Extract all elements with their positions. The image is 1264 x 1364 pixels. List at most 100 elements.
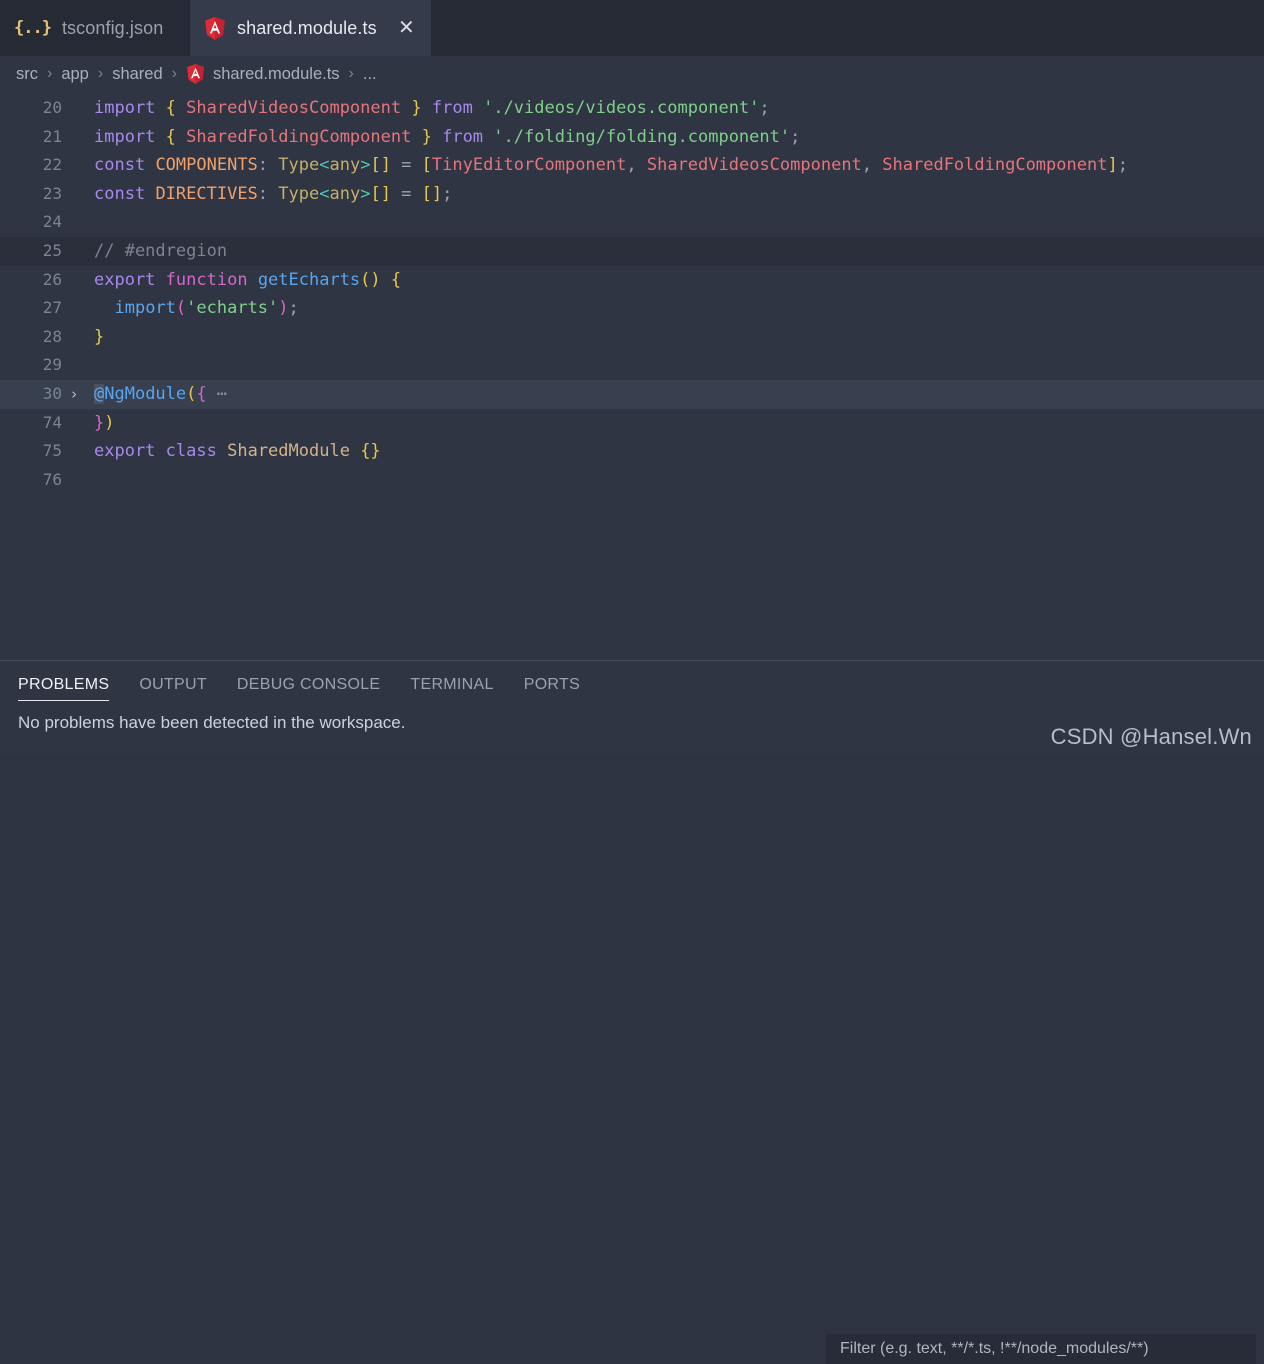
code-token: = [390,183,422,204]
chevron-right-icon: › [171,65,177,82]
code-token: any [329,183,361,204]
vscode-window: {..} tsconfig.json shared.module.ts ✕ sr… [0,0,1264,1364]
angular-icon [204,16,226,40]
editor-tab-bar: {..} tsconfig.json shared.module.ts ✕ [0,0,1264,56]
code-token: [] [370,155,391,176]
code-line[interactable]: 26 export function getEcharts() { [0,266,1264,295]
code-token: () [360,269,381,290]
tab-shared-module-ts[interactable]: shared.module.ts ✕ [190,0,431,56]
code-line[interactable]: 29 [0,351,1264,380]
code-text: import('echarts'); [86,294,299,323]
code-line[interactable]: 22 const COMPONENTS: Type<any>[] = [TinyE… [0,151,1264,180]
close-icon[interactable]: ✕ [398,18,415,38]
json-braces-icon: {..} [14,18,52,38]
breadcrumb-item-file[interactable]: shared.module.ts [184,64,342,84]
code-token: ( [175,298,187,319]
line-number: 21 [42,126,62,146]
code-token: ; [442,183,453,204]
code-token: './folding/folding.component' [493,126,791,147]
code-token: , [626,155,647,176]
line-number: 27 [42,298,62,318]
code-token: export [94,269,156,290]
code-token: Type [278,183,320,204]
code-token: SharedFoldingComponent [186,126,412,147]
watermark: CSDN @Hansel.Wn [1050,724,1252,749]
code-line[interactable]: 74}) [0,409,1264,438]
code-line[interactable]: 24 [0,208,1264,237]
code-line[interactable]: 30 › @NgModule({ ⋯ [0,379,1264,409]
code-token: } [94,326,105,347]
code-line[interactable]: 23 const DIRECTIVES: Type<any>[] = []; [0,180,1264,209]
panel-tab-ports[interactable]: PORTS [524,661,580,709]
panel-tab-terminal[interactable]: TERMINAL [410,661,493,709]
angular-icon [186,64,205,84]
code-token: } [411,98,422,118]
code-token: { [165,126,176,147]
code-token: const [94,183,146,204]
code-line[interactable]: 75 export class SharedModule {} [0,437,1264,466]
code-text: } [86,323,104,352]
code-line[interactable]: 25 // #endregion [0,236,1264,266]
code-token: export [94,441,156,462]
breadcrumb-item-shared[interactable]: shared [110,65,164,84]
code-token: DIRECTIVES [155,183,258,204]
code-token: } [94,412,105,433]
line-number: 25 [42,240,62,260]
code-line[interactable]: 28} [0,323,1264,352]
code-text: const DIRECTIVES: Type<any>[] = []; [86,180,452,209]
code-line[interactable]: 27 import('echarts'); [0,294,1264,323]
chevron-right-icon: › [47,65,53,82]
code-line[interactable]: 76 [0,466,1264,495]
breadcrumb-item-app[interactable]: app [59,65,91,84]
breadcrumb-file-label: shared.module.ts [212,64,340,83]
breadcrumb-item-src[interactable]: src [14,65,40,84]
code-token: : [257,155,279,176]
code-line[interactable]: 20 import { SharedVideosComponent } from … [0,94,1264,123]
code-token: < [319,183,330,204]
line-number: 29 [42,355,62,375]
code-token: './videos/videos.component' [483,98,760,118]
code-text: @NgModule({ ⋯ [86,380,227,409]
code-token: [] [421,183,443,204]
code-token: ] [1107,155,1118,176]
code-token: SharedModule [227,441,350,462]
tab-tsconfig-json[interactable]: {..} tsconfig.json [0,0,190,56]
code-token: 'echarts' [186,298,279,319]
code-token: : [257,183,279,204]
panel-tab-output[interactable]: OUTPUT [139,661,207,709]
code-editor[interactable]: 20 import { SharedVideosComponent } from … [0,92,1264,660]
breadcrumb: src › app › shared › shared.module.ts › … [0,56,1264,92]
code-text: import { SharedVideosComponent } from '.… [86,94,770,123]
panel-tab-problems[interactable]: PROBLEMS [18,661,110,709]
code-token: { [390,269,402,290]
code-token: COMPONENTS [155,155,258,176]
code-text: export class SharedModule {} [86,437,381,466]
panel-tab-debug-console[interactable]: DEBUG CONSOLE [237,661,381,709]
code-token: } [421,126,432,147]
line-number: 20 [42,98,62,117]
code-token: NgModule [104,383,187,404]
code-line[interactable]: 21 import { SharedFoldingComponent } from… [0,123,1264,152]
fold-chevron-icon[interactable]: › [62,380,86,409]
code-text: // #endregion [86,237,227,266]
code-token: from [431,98,473,118]
code-token: ; [288,298,299,319]
breadcrumb-item-overflow[interactable]: ... [361,65,379,84]
code-text: }) [86,409,115,438]
code-text: export function getEcharts() { [86,266,401,295]
problems-filter-input[interactable] [838,1339,1256,1359]
problems-filter-box[interactable] [826,1334,1256,1364]
code-token: // #endregion [94,240,228,261]
